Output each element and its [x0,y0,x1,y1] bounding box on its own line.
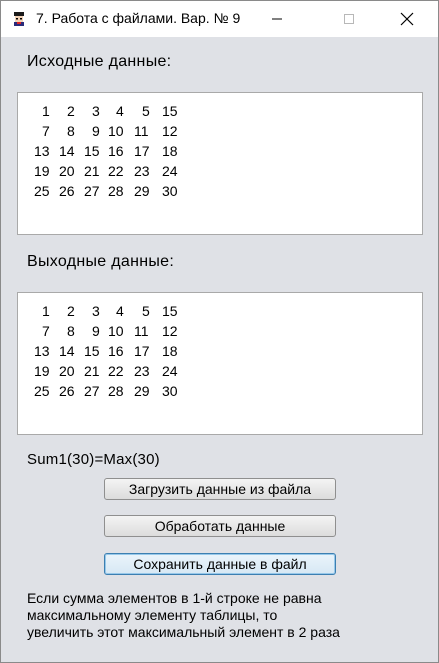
memo-cell: 20 [59,163,75,179]
memo-cell: 26 [59,383,75,399]
maximize-icon [344,14,354,24]
memo-cell: 21 [84,363,100,379]
memo-cell: 2 [67,103,75,119]
memo-cell: 3 [92,303,100,319]
memo-cell: 15 [84,143,100,159]
memo-cell: 12 [162,123,178,139]
memo-cell: 9 [92,323,100,339]
memo-cell: 14 [59,343,75,359]
memo-cell: 4 [116,103,124,119]
memo-cell: 7 [42,323,50,339]
load-data-button[interactable]: Загрузить данные из файла [104,478,336,500]
memo-cell: 24 [162,163,178,179]
memo-cell: 27 [84,183,100,199]
app-window: 7. Работа с файлами. Вар. № 9 Исходные д… [0,0,439,663]
memo-cell: 27 [84,383,100,399]
memo-cell: 25 [34,383,50,399]
memo-cell: 13 [34,343,50,359]
memo-cell: 15 [84,343,100,359]
process-data-button[interactable]: Обработать данные [104,515,336,537]
memo-cell: 18 [162,343,178,359]
memo-cell: 12 [162,323,178,339]
memo-cell: 28 [108,383,124,399]
memo-cell: 9 [92,123,100,139]
memo-cell: 21 [84,163,100,179]
memo-cell: 29 [134,383,150,399]
memo-cell: 19 [34,163,50,179]
task-description-line: Если сумма элементов в 1-й строке не рав… [27,590,322,606]
memo-cell: 10 [108,323,124,339]
task-description-line: увеличить этот максимальный элемент в 2 … [27,624,340,640]
memo-cell: 14 [59,143,75,159]
result-text: Sum1(30)=Max(30) [27,451,160,468]
input-data-memo[interactable]: 1 2 3 4 5 15 7 8 9 10 11 12 13 14 15 16 17 18 19 20 21 22 23 24… [17,92,423,235]
memo-cell: 22 [108,363,124,379]
memo-cell: 15 [162,303,178,319]
memo-cell: 5 [142,303,150,319]
output-data-label: Выходные данные: [27,253,175,270]
close-button[interactable] [384,1,430,37]
memo-cell: 17 [134,343,150,359]
memo-cell: 19 [34,363,50,379]
memo-cell: 16 [108,143,124,159]
memo-cell: 23 [134,363,150,379]
memo-cell: 30 [162,383,178,399]
memo-cell: 15 [162,103,178,119]
save-data-button[interactable]: Сохранить данные в файл [104,553,336,575]
memo-cell: 17 [134,143,150,159]
memo-cell: 10 [108,123,124,139]
memo-cell: 7 [42,123,50,139]
memo-cell: 5 [142,103,150,119]
memo-cell: 24 [162,363,178,379]
minimize-icon [272,18,282,20]
memo-cell: 16 [108,343,124,359]
title-bar[interactable]: 7. Работа с файлами. Вар. № 9 [1,1,438,37]
memo-cell: 11 [134,123,149,139]
minimize-button[interactable] [254,1,300,37]
memo-cell: 11 [134,323,149,339]
task-description-line: максимальному элементу таблицы, то [27,607,278,623]
memo-cell: 23 [134,163,150,179]
application-icon [14,12,24,26]
memo-cell: 8 [67,323,75,339]
close-icon [400,12,414,26]
maximize-button[interactable] [326,1,372,37]
memo-cell: 28 [108,183,124,199]
input-data-label: Исходные данные: [27,53,172,70]
memo-cell: 30 [162,183,178,199]
memo-cell: 1 [42,103,50,119]
memo-cell: 29 [134,183,150,199]
window-title: 7. Работа с файлами. Вар. № 9 [36,10,241,26]
task-description: Если сумма элементов в 1-й строке не рав… [27,590,427,641]
memo-cell: 2 [67,303,75,319]
memo-cell: 3 [92,103,100,119]
memo-cell: 18 [162,143,178,159]
output-data-memo[interactable]: 1 2 3 4 5 15 7 8 9 10 11 12 13 14 15 16 17 18 19 20 21 22 23 24… [17,292,423,435]
memo-cell: 25 [34,183,50,199]
memo-cell: 8 [67,123,75,139]
memo-cell: 13 [34,143,50,159]
memo-cell: 22 [108,163,124,179]
memo-cell: 26 [59,183,75,199]
memo-cell: 1 [42,303,50,319]
memo-cell: 4 [116,303,124,319]
memo-cell: 20 [59,363,75,379]
